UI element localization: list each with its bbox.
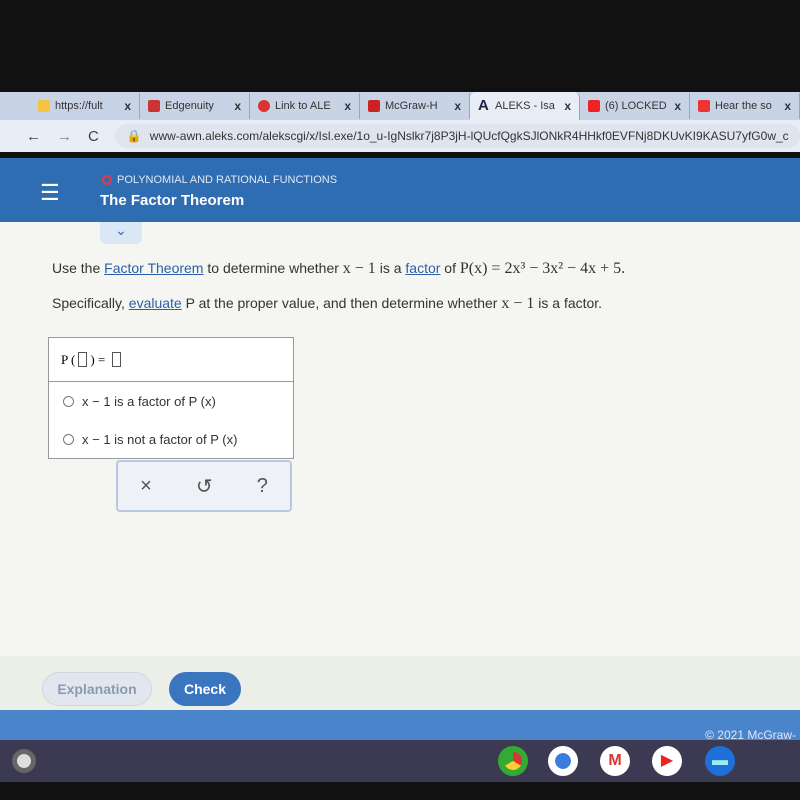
address-bar-row: ← → C 🔒 www-awn.aleks.com/alekscgi/x/Isl.… [0, 120, 800, 152]
tab-bar: https://fult x Edgenuity x Link to ALE x Mc… [0, 92, 800, 120]
close-tab-icon[interactable]: x [784, 99, 791, 113]
close-tab-icon[interactable]: x [234, 99, 241, 113]
progress-circle-icon [102, 175, 112, 185]
factor-link[interactable]: factor [405, 260, 440, 276]
copyright-bar: © 2021 McGraw- [0, 710, 800, 742]
os-shelf: M ▶ ▬ [0, 740, 800, 782]
back-icon[interactable]: ← [26, 128, 41, 145]
answer-tools: × ↺ ? [116, 460, 292, 512]
explanation-button[interactable]: Explanation [42, 672, 152, 706]
browser-tab[interactable]: Edgenuity x [140, 93, 250, 119]
hamburger-menu-icon[interactable]: ☰ [40, 180, 60, 206]
page-title: The Factor Theorem [100, 192, 245, 209]
tab-favicon-icon [368, 100, 380, 112]
question-text: Use the Factor Theorem to determine whet… [52, 260, 626, 277]
gmail-icon[interactable]: M [600, 746, 630, 776]
close-tab-icon[interactable]: x [124, 99, 131, 113]
browser-tab-active[interactable]: A ALEKS - Isa x [470, 92, 580, 120]
page-header: ☰ POLYNOMIAL AND RATIONAL FUNCTIONS The … [0, 158, 800, 222]
close-tab-icon[interactable]: x [344, 99, 351, 113]
tab-favicon-icon [258, 100, 270, 112]
aleks-logo-icon: A [478, 97, 489, 114]
radio-button[interactable] [63, 395, 74, 407]
footer: Explanation Check [0, 656, 800, 710]
soundcloud-icon [698, 100, 710, 112]
reload-icon[interactable]: C [88, 128, 99, 145]
forward-icon[interactable]: → [57, 128, 72, 145]
check-button[interactable]: Check [169, 672, 241, 706]
help-button[interactable]: ? [257, 475, 268, 498]
chrome-icon[interactable] [498, 746, 528, 776]
youtube-icon [588, 100, 600, 112]
factor-theorem-link[interactable]: Factor Theorem [104, 260, 203, 276]
chevron-down-icon[interactable]: ⌄ [100, 222, 142, 244]
launcher-icon[interactable] [12, 749, 36, 773]
browser-tab[interactable]: https://fult x [30, 93, 140, 119]
close-tab-icon[interactable]: x [564, 99, 571, 113]
undo-button[interactable]: ↺ [196, 474, 213, 499]
browser-tab[interactable]: (6) LOCKED x [580, 93, 690, 119]
question-area: ⌄ Use the Factor Theorem to determine wh… [0, 222, 800, 656]
lock-icon: 🔒 [126, 129, 142, 143]
browser-tab[interactable]: Link to ALE x [250, 93, 360, 119]
instruction-text: Specifically, evaluate P at the proper v… [52, 295, 603, 312]
option-not-factor[interactable]: x − 1 is not a factor of P (x) [49, 420, 293, 458]
p-value-input[interactable] [112, 352, 122, 367]
url-field[interactable]: 🔒 www-awn.aleks.com/alekscgi/x/Isl.exe/1o… [114, 124, 800, 148]
x-value-input[interactable] [78, 352, 88, 367]
tab-favicon-icon [38, 100, 50, 112]
close-tab-icon[interactable]: x [674, 99, 681, 113]
evaluation-row: P () = [49, 338, 293, 382]
browser-tab[interactable]: Hear the so x [690, 93, 800, 119]
docs-icon[interactable] [548, 746, 578, 776]
files-icon[interactable]: ▬ [705, 746, 735, 776]
evaluate-link[interactable]: evaluate [129, 295, 182, 311]
youtube-icon[interactable]: ▶ [652, 746, 682, 776]
answer-box: P () = x − 1 is a factor of P (x) x − 1 … [48, 337, 294, 459]
clear-button[interactable]: × [140, 475, 152, 498]
browser-tab[interactable]: McGraw-H x [360, 93, 470, 119]
radio-button[interactable] [63, 433, 74, 445]
tab-favicon-icon [148, 100, 160, 112]
option-is-factor[interactable]: x − 1 is a factor of P (x) [49, 382, 293, 420]
topic-label: POLYNOMIAL AND RATIONAL FUNCTIONS [102, 174, 337, 186]
close-tab-icon[interactable]: x [454, 99, 461, 113]
